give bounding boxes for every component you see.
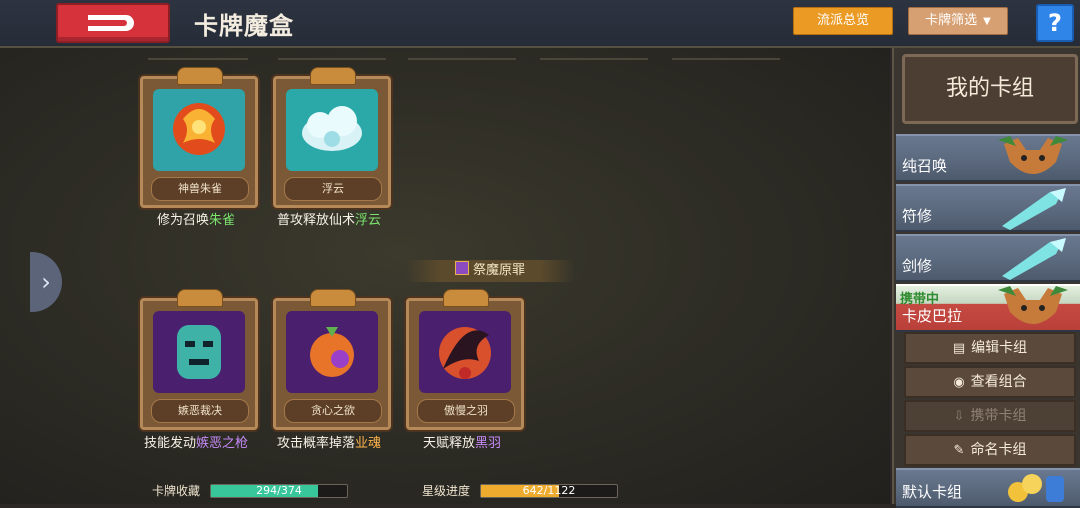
demon-emblem-icon — [454, 261, 469, 275]
card-cloud[interactable]: 浮云 — [273, 67, 391, 208]
rename-deck-button[interactable]: ✎ 命名卡组 — [904, 434, 1076, 466]
rename-deck-label: 命名卡组 — [970, 442, 1027, 458]
card-crest-icon — [443, 289, 489, 307]
caption-highlight: 嫉恶之枪 — [196, 436, 249, 451]
card-mask[interactable]: 嫉恶裁决 — [140, 289, 258, 430]
section-label: 祭魔原罪 — [406, 260, 574, 282]
card-crest-icon — [177, 67, 223, 85]
collection-label: 卡牌收藏 — [152, 484, 201, 498]
caption-text: 攻击概率掉落 — [276, 436, 355, 451]
pen-icon: ✎ — [953, 443, 965, 458]
sword-thumbnail-icon — [1002, 188, 1066, 230]
collection-progress-bar: 294/374 — [210, 484, 348, 498]
divider — [148, 58, 248, 60]
caption-highlight: 朱雀 — [209, 213, 236, 228]
divider — [540, 58, 648, 60]
caption-text: 修为召唤 — [156, 213, 209, 228]
card-grid-area: › 神兽朱雀 修为召唤朱雀 浮云 普攻释放仙术浮云 祭魔原罪 嫉恶裁决 技能发动… — [0, 48, 890, 504]
deck-name: 默认卡组 — [902, 483, 963, 501]
card-caption: 天赋释放黑羽 — [387, 432, 537, 451]
divider — [278, 58, 386, 60]
mask-icon — [153, 311, 245, 393]
phoenix-icon — [153, 89, 245, 171]
top-bar: 卡牌魔盒 流派总览 卡牌筛选 ▼ ? — [0, 0, 1080, 48]
sword-thumbnail-icon — [1002, 238, 1066, 280]
star-progress-bar: 642/1122 — [480, 484, 618, 498]
caption-text: 普攻释放仙术 — [276, 213, 355, 228]
deck-item[interactable]: 符修 — [896, 184, 1080, 232]
caption-highlight: 业魂 — [355, 436, 382, 451]
eye-icon: ◉ — [953, 375, 965, 390]
view-combo-button[interactable]: ◉ 查看组合 — [904, 366, 1076, 398]
deck-name: 剑修 — [902, 257, 933, 275]
card-name: 贪心之欲 — [284, 399, 382, 423]
orb-icon — [286, 311, 378, 393]
carry-deck-label: 携带卡组 — [970, 408, 1027, 424]
chevron-down-icon: ▼ — [983, 16, 991, 27]
card-crest-icon — [310, 67, 356, 85]
back-button[interactable] — [56, 3, 170, 43]
edit-icon: ▤ — [952, 341, 966, 356]
expand-left-chevron-icon[interactable]: › — [30, 252, 62, 312]
card-caption: 技能发动嫉恶之枪 — [121, 432, 271, 451]
view-combo-label: 查看组合 — [970, 374, 1027, 390]
caption-text: 天赋释放 — [422, 436, 475, 451]
beast-thumbnail-icon — [998, 286, 1068, 324]
card-caption: 普攻释放仙术浮云 — [254, 209, 404, 228]
my-decks-header: 我的卡组 — [902, 54, 1078, 124]
card-name: 神兽朱雀 — [151, 177, 249, 201]
coins-thumbnail-icon — [1008, 474, 1064, 502]
card-name: 嫉恶裁决 — [151, 399, 249, 423]
carry-deck-button[interactable]: ⇩ 携带卡组 — [904, 400, 1076, 432]
sect-overview-button[interactable]: 流派总览 — [793, 7, 893, 35]
card-caption: 修为召唤朱雀 — [121, 209, 271, 228]
card-name: 浮云 — [284, 177, 382, 201]
deck-name: 符修 — [902, 207, 933, 225]
deck-item[interactable]: 纯召唤 — [896, 134, 1080, 182]
wing-icon — [419, 311, 511, 393]
card-caption: 攻击概率掉落业魂 — [254, 432, 404, 451]
card-wing[interactable]: 傲慢之羽 — [406, 289, 524, 430]
cloud-icon — [286, 89, 378, 171]
section-label-text: 祭魔原罪 — [472, 263, 525, 278]
deck-item-active[interactable]: 携带中 卡皮巴拉 — [896, 284, 1080, 332]
card-crest-icon — [310, 289, 356, 307]
star-progress-label: 星级进度 — [422, 484, 471, 498]
help-button[interactable]: ? — [1036, 4, 1074, 42]
caption-text: 技能发动 — [143, 436, 196, 451]
deck-name: 卡皮巴拉 — [902, 307, 963, 325]
edit-deck-label: 编辑卡组 — [971, 340, 1028, 356]
card-name: 傲慢之羽 — [417, 399, 515, 423]
divider — [672, 58, 780, 60]
beast-thumbnail-icon — [998, 136, 1068, 174]
deck-name: 纯召唤 — [902, 157, 948, 175]
page-title: 卡牌魔盒 — [194, 12, 294, 40]
card-filter-dropdown[interactable]: 卡牌筛选 ▼ — [908, 7, 1008, 35]
back-arrow-icon — [88, 15, 134, 31]
edit-deck-button[interactable]: ▤ 编辑卡组 — [904, 332, 1076, 364]
caption-highlight: 浮云 — [355, 213, 382, 228]
card-phoenix[interactable]: 神兽朱雀 — [140, 67, 258, 208]
card-filter-label: 卡牌筛选 — [925, 13, 978, 28]
collection-progress-text: 294/374 — [256, 484, 302, 497]
star-progress-text: 642/1122 — [522, 484, 576, 497]
deck-panel: 我的卡组 纯召唤 符修 剑修 携带中 卡皮巴拉 ▤ 编辑卡组 ◉ 查看组合 ⇩ 携 — [892, 48, 1080, 508]
divider — [408, 58, 516, 60]
caption-highlight: 黑羽 — [475, 436, 502, 451]
card-crest-icon — [177, 289, 223, 307]
download-icon: ⇩ — [953, 409, 965, 424]
card-orb[interactable]: 贪心之欲 — [273, 289, 391, 430]
deck-item[interactable]: 默认卡组 — [896, 468, 1080, 508]
deck-item[interactable]: 剑修 — [896, 234, 1080, 282]
